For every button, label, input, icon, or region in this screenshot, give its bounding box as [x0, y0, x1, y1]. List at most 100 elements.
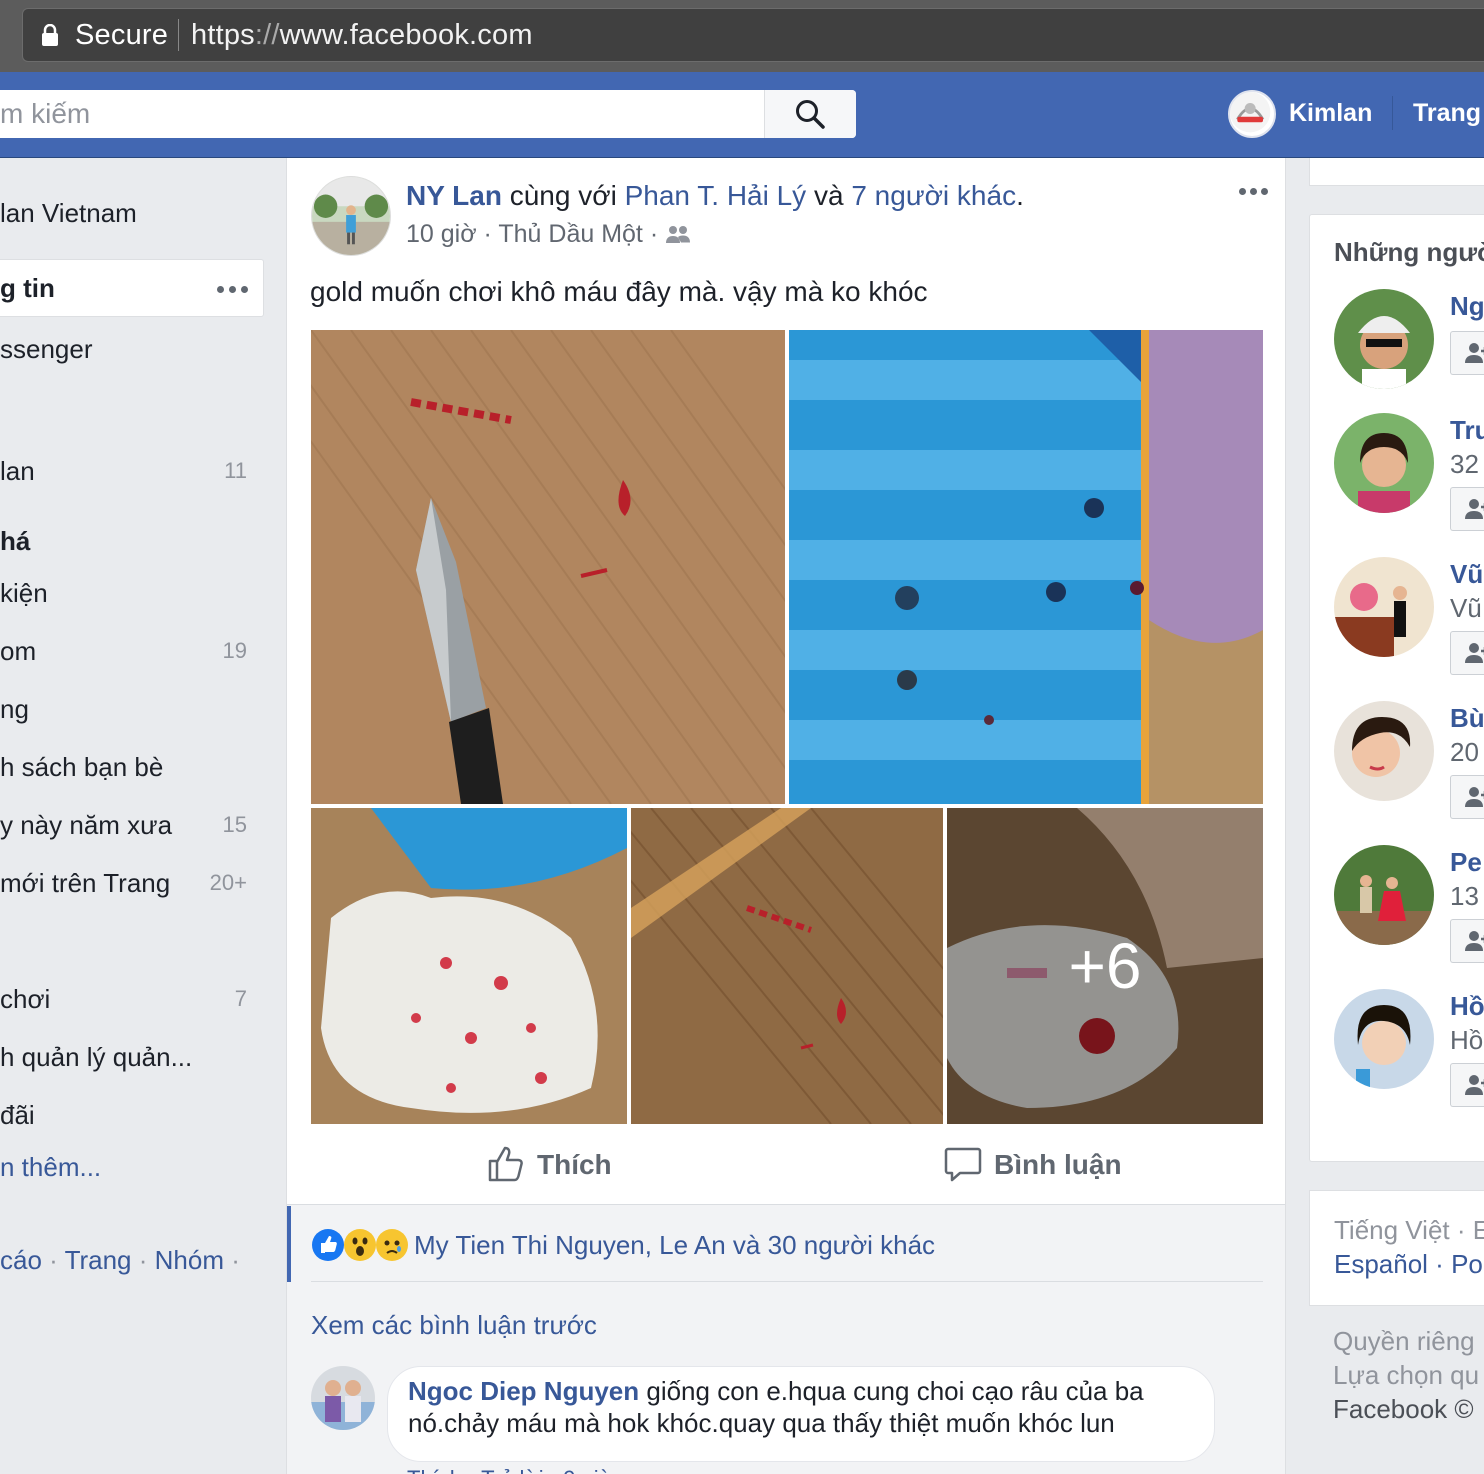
like-reaction-icon: [312, 1229, 344, 1261]
language-card: Tiếng Việt · E Español · Po: [1309, 1190, 1484, 1306]
wow-reaction-icon: [344, 1229, 376, 1261]
person-name-link[interactable]: Pe: [1450, 847, 1482, 878]
sidebar-item-games[interactable]: chơi 7: [0, 980, 285, 1020]
person-name-link[interactable]: Tru: [1450, 415, 1484, 446]
address-divider: [178, 19, 179, 51]
post-photo-mat[interactable]: [631, 808, 943, 1124]
home-link[interactable]: Trang: [1413, 99, 1481, 128]
more-options-icon[interactable]: [217, 286, 249, 293]
person-name-link[interactable]: Vũ: [1450, 559, 1483, 590]
suggested-person: Bù 20: [1334, 701, 1484, 819]
sidebar-section-explore: há: [0, 522, 285, 562]
sidebar-item-label: kiện: [0, 578, 48, 608]
sidebar-item-label: ssenger: [0, 334, 93, 364]
sidebar-item-events[interactable]: kiện: [0, 574, 285, 614]
suggested-person: Vũ Vũ: [1334, 557, 1484, 675]
person-avatar[interactable]: [1334, 845, 1434, 945]
footer-copyright: Facebook ©: [1333, 1394, 1474, 1424]
profile-name[interactable]: Kimlan: [1289, 99, 1372, 128]
comment-label: Bình luận: [994, 1149, 1122, 1180]
sidebar-item-page[interactable]: lan 11: [0, 452, 285, 492]
sidebar-item-offers[interactable]: đãi: [0, 1096, 285, 1136]
view-previous-comments-link[interactable]: Xem các bình luận trước: [311, 1310, 597, 1341]
footer-adchoices-link[interactable]: Lựa chọn qu: [1333, 1358, 1479, 1392]
facebook-header: Kimlan Trang: [0, 72, 1484, 158]
sidebar-item-ads-manager[interactable]: h quản lý quản...: [0, 1038, 285, 1078]
sidebar-item-messenger[interactable]: ssenger: [0, 330, 285, 370]
sidebar-item-pages-feed[interactable]: mới trên Trang 20+: [0, 864, 285, 904]
add-friend-button[interactable]: [1450, 487, 1484, 531]
sad-reaction-icon: [376, 1229, 408, 1261]
language-links-row2[interactable]: Español · Po: [1334, 1249, 1483, 1280]
search-button[interactable]: [764, 90, 856, 138]
people-you-may-know-card: Những người Ng Tru 32 Vũ Vũ Bù 20 Pe 13 …: [1309, 214, 1484, 1162]
post-photo-more[interactable]: +6: [947, 808, 1263, 1124]
person-avatar[interactable]: [1334, 989, 1434, 1089]
search-input[interactable]: [0, 90, 764, 138]
sidebar-item-profile[interactable]: lan Vietnam: [0, 194, 285, 234]
right-top-card: [1309, 158, 1484, 186]
person-name-link[interactable]: Hồ: [1450, 991, 1484, 1022]
post-timestamp[interactable]: 10 giờ: [406, 220, 477, 248]
add-friend-button[interactable]: [1450, 1063, 1484, 1107]
language-links-row1[interactable]: Tiếng Việt · E: [1334, 1215, 1484, 1246]
url-text[interactable]: https://www.facebook.com: [191, 19, 533, 52]
add-friend-icon: [1465, 643, 1484, 663]
footer-dot: ·: [224, 1245, 240, 1275]
footer-dot: ·: [131, 1245, 155, 1275]
sidebar-item-label: h quản lý quản...: [0, 1042, 193, 1072]
commenter-avatar[interactable]: [311, 1366, 375, 1430]
add-friend-button[interactable]: [1450, 775, 1484, 819]
person-avatar[interactable]: [1334, 289, 1434, 389]
comment-author-link[interactable]: Ngoc Diep Nguyen: [408, 1376, 639, 1406]
sidebar-item-friend-lists[interactable]: h sách bạn bè: [0, 748, 285, 788]
sidebar-item-on-this-day[interactable]: y này năm xưa 15: [0, 806, 285, 846]
footer-link-pages[interactable]: Trang: [65, 1245, 132, 1275]
comment-actions[interactable]: Thích · Trả lời · 9 giờ: [407, 1466, 613, 1474]
comment-icon: [944, 1147, 982, 1182]
sidebar-item-count: 19: [222, 638, 247, 663]
add-friend-button[interactable]: [1450, 919, 1484, 963]
person-name-link[interactable]: Ng: [1450, 291, 1484, 322]
footer-link-groups[interactable]: Nhóm: [155, 1245, 224, 1275]
sidebar-see-more-link[interactable]: n thêm...: [0, 1148, 285, 1188]
sidebar-item-label: h sách bạn bè: [0, 752, 164, 782]
person-avatar[interactable]: [1334, 557, 1434, 657]
footer-privacy-link[interactable]: Quyền riêng: [1333, 1324, 1479, 1358]
post-text: gold muốn chơi khô máu đây mà. vậy mà ko…: [310, 276, 928, 307]
meta-dot: ·: [642, 220, 666, 248]
like-label: Thích: [537, 1149, 612, 1180]
add-friend-button[interactable]: [1450, 331, 1484, 375]
post-author-link[interactable]: NY Lan: [406, 180, 502, 211]
person-subtitle: Vũ: [1450, 593, 1482, 623]
sidebar-item-label: n thêm...: [0, 1152, 102, 1182]
suggested-person: Tru 32: [1334, 413, 1484, 531]
post-photo-pillow[interactable]: [789, 330, 1263, 804]
person-name-link[interactable]: Bù: [1450, 703, 1484, 734]
address-bar[interactable]: Secure https://www.facebook.com: [22, 8, 1484, 62]
sidebar-item-news-feed[interactable]: g tin: [0, 259, 264, 317]
feed-post: NY Lan cùng với Phan T. Hải Lý và 7 ngườ…: [286, 158, 1286, 1474]
post-author-avatar[interactable]: [311, 176, 391, 256]
header-divider: [1392, 96, 1393, 130]
post-photo-towel[interactable]: [311, 808, 627, 1124]
post-photo-knife[interactable]: [311, 330, 785, 804]
person-avatar[interactable]: [1334, 701, 1434, 801]
add-friend-icon: [1465, 343, 1484, 363]
left-sidebar: lan Vietnam g tin ssenger lan 11 há kiện …: [0, 158, 285, 1474]
post-options-icon[interactable]: [1239, 188, 1269, 196]
person-avatar[interactable]: [1334, 413, 1434, 513]
profile-avatar[interactable]: [1228, 90, 1276, 138]
sidebar-item-groups[interactable]: om 19: [0, 632, 285, 672]
post-location[interactable]: Thủ Dầu Một: [498, 220, 643, 248]
reactions-summary-link[interactable]: My Tien Thi Nguyen, Le An và 30 người kh…: [414, 1230, 935, 1261]
sidebar-item-label: lan: [0, 456, 35, 486]
suggested-person: Pe 13: [1334, 845, 1484, 963]
reactions-divider: [311, 1281, 1263, 1282]
footer-link-ads[interactable]: cáo: [0, 1245, 42, 1275]
sidebar-item-pages[interactable]: ng: [0, 690, 285, 730]
tagged-person-link[interactable]: Phan T. Hải Lý: [625, 180, 807, 211]
sidebar-item-label: g tin: [0, 273, 55, 303]
add-friend-button[interactable]: [1450, 631, 1484, 675]
tagged-others-link[interactable]: 7 người khác: [851, 180, 1016, 211]
